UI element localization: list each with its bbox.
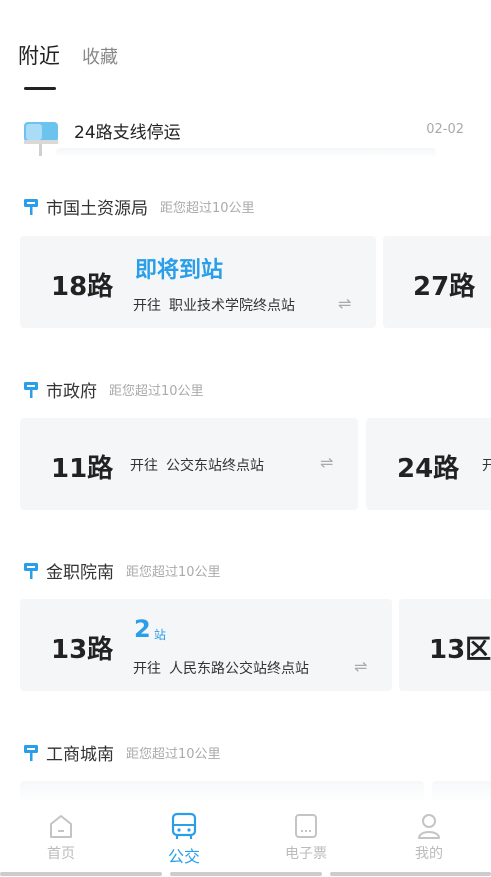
top-tabs: 附近 收藏 [18,40,118,70]
station-header[interactable]: 市政府 距您超过10公里 [24,377,204,402]
notice-date: 02-02 [426,122,464,137]
nav-label: 公交 [167,847,200,866]
bus-stop-icon [24,744,38,761]
notice-divider [56,148,436,158]
direction-text: 开 [482,458,491,474]
mailbox-icon [24,122,58,156]
tab-favorites[interactable]: 收藏 [82,43,118,70]
stops-count: 2 [134,615,151,643]
stops-unit: 站 [154,628,167,642]
route-number: 27路 [413,272,476,302]
bottom-nav: 首页 公交 电子票 我的 [0,800,491,877]
nav-home[interactable]: 首页 [21,812,101,863]
bus-icon [171,812,197,839]
station-name: 金职院南 [46,563,114,583]
nav-mine[interactable]: 我的 [389,812,469,863]
notice-bar[interactable]: 24路支线停运 02-02 [22,112,472,158]
home-indicator [0,872,162,876]
station-name: 市政府 [46,382,97,402]
nav-bus[interactable]: 公交 [144,812,224,867]
nav-label: 我的 [415,846,443,862]
route-card-24[interactable]: 24路 开 [366,418,491,510]
route-card-18[interactable]: 18路 即将到站 开往 职业技术学院终点站 ⇌ [20,236,376,328]
home-indicator [170,872,322,876]
bus-stop-icon [24,562,38,579]
nav-label: 电子票 [285,846,327,862]
station-header[interactable]: 市国土资源局 距您超过10公里 [24,194,255,219]
user-icon [418,814,440,839]
station-header[interactable]: 金职院南 距您超过10公里 [24,558,221,583]
swap-direction-icon[interactable]: ⇌ [338,294,351,313]
swap-direction-icon[interactable]: ⇌ [354,657,367,676]
nav-label: 首页 [47,846,75,862]
station-name: 工商城南 [46,745,114,765]
route-number: 13区间 [429,635,491,665]
direction-text: 开往 人民东路公交站终点站 [133,661,309,677]
station-distance: 距您超过10公里 [126,565,221,580]
route-card-27[interactable]: 27路 [383,236,491,328]
home-icon [50,815,72,838]
bus-stop-icon [24,198,38,215]
bus-stop-icon [24,381,38,398]
arrival-status: 即将到站 [135,258,224,283]
route-number: 24路 [397,454,460,484]
station-name: 市国土资源局 [46,199,148,219]
station-header[interactable]: 工商城南 距您超过10公里 [24,740,221,765]
direction-text: 开往 职业技术学院终点站 [133,298,295,314]
route-number: 11路 [51,454,114,484]
tab-active-indicator [24,87,56,90]
notice-text: 24路支线停运 [74,123,181,143]
station-distance: 距您超过10公里 [109,384,204,399]
station-distance: 距您超过10公里 [160,201,255,216]
route-number: 13路 [51,635,114,665]
route-card-13-interval[interactable]: 13区间 [399,599,491,691]
station-distance: 距您超过10公里 [126,747,221,762]
direction-text: 开往 公交东站终点站 [130,458,264,474]
swap-direction-icon[interactable]: ⇌ [320,453,333,472]
tab-nearby[interactable]: 附近 [18,40,60,70]
nav-ticket[interactable]: 电子票 [266,812,346,863]
home-indicator [330,872,491,876]
route-card-11[interactable]: 11路 开往 公交东站终点站 ⇌ [20,418,358,510]
route-card-13[interactable]: 13路 2 站 开往 人民东路公交站终点站 ⇌ [20,599,392,691]
route-number: 18路 [51,272,114,302]
ticket-icon [295,814,317,838]
